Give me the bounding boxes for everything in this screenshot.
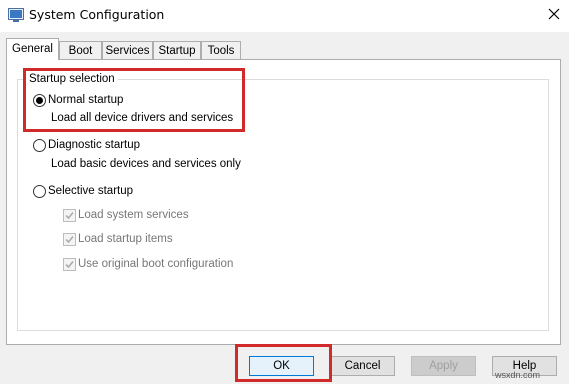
tab-startup[interactable]: Startup xyxy=(153,41,201,59)
close-button[interactable] xyxy=(539,0,569,30)
load-system-services-checkbox[interactable] xyxy=(63,209,76,222)
tab-strip: General Boot Services Startup Tools xyxy=(6,38,561,60)
radio-selected-dot xyxy=(36,97,43,104)
diagnostic-startup-radio[interactable] xyxy=(33,139,46,152)
use-original-boot-configuration-label: Use original boot configuration xyxy=(78,258,234,270)
title-bar: System Configuration xyxy=(0,0,569,32)
tab-boot[interactable]: Boot xyxy=(59,41,102,59)
tab-general[interactable]: General xyxy=(6,38,59,60)
system-configuration-icon xyxy=(8,8,24,22)
tab-tools[interactable]: Tools xyxy=(201,41,241,59)
use-original-boot-configuration-checkbox[interactable] xyxy=(63,258,76,271)
startup-selection-label: Startup selection xyxy=(26,73,118,85)
close-icon xyxy=(548,8,560,23)
ok-button[interactable]: OK xyxy=(249,356,314,376)
load-startup-items-label: Load startup items xyxy=(78,233,173,245)
tab-services[interactable]: Services xyxy=(102,41,153,59)
load-startup-items-checkbox[interactable] xyxy=(63,233,76,246)
normal-startup-description: Load all device drivers and services xyxy=(51,112,234,124)
diagnostic-startup-description: Load basic devices and services only xyxy=(51,158,241,170)
normal-startup-label[interactable]: Normal startup xyxy=(48,94,123,106)
checkmark-icon xyxy=(65,212,74,220)
window-title: System Configuration xyxy=(29,7,165,22)
cancel-button[interactable]: Cancel xyxy=(330,356,395,376)
checkmark-icon xyxy=(65,236,74,244)
diagnostic-startup-label[interactable]: Diagnostic startup xyxy=(48,139,140,151)
watermark: wsxdn.com xyxy=(495,370,541,380)
apply-button[interactable]: Apply xyxy=(411,356,476,376)
system-configuration-window: System Configuration General Boot Servic… xyxy=(0,0,569,384)
selective-startup-label[interactable]: Selective startup xyxy=(48,185,133,197)
normal-startup-radio[interactable] xyxy=(33,94,46,107)
selective-startup-radio[interactable] xyxy=(33,185,46,198)
load-system-services-label: Load system services xyxy=(78,209,189,221)
checkmark-icon xyxy=(65,261,74,269)
